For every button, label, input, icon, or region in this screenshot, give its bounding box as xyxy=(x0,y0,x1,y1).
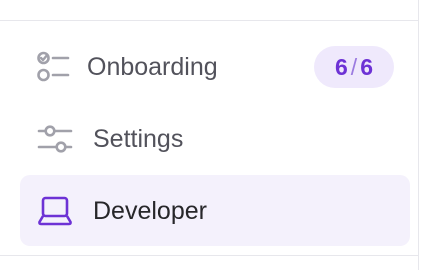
badge-separator: / xyxy=(350,53,358,80)
badge-total-count: 6 xyxy=(360,53,373,80)
sidebar-item-label: Onboarding xyxy=(87,52,218,81)
progress-badge: 6/6 xyxy=(314,45,394,88)
sidebar-item-label: Developer xyxy=(93,196,207,225)
section-divider-bottom xyxy=(0,255,418,256)
previous-section xyxy=(0,0,418,20)
laptop-icon xyxy=(38,196,72,225)
checklist-icon xyxy=(37,51,70,81)
sliders-icon xyxy=(37,124,73,153)
sidebar-panel: Onboarding 6/6 Settings Developer xyxy=(0,0,444,270)
sidebar-item-label: Settings xyxy=(93,124,184,153)
sidebar-item-onboarding[interactable]: Onboarding 6/6 xyxy=(20,31,410,102)
sidebar-item-settings[interactable]: Settings xyxy=(20,103,410,174)
badge-done-count: 6 xyxy=(335,53,348,80)
sidebar-item-developer[interactable]: Developer xyxy=(20,175,410,246)
section-divider-top xyxy=(0,20,418,21)
sidebar-border-right xyxy=(418,0,419,270)
